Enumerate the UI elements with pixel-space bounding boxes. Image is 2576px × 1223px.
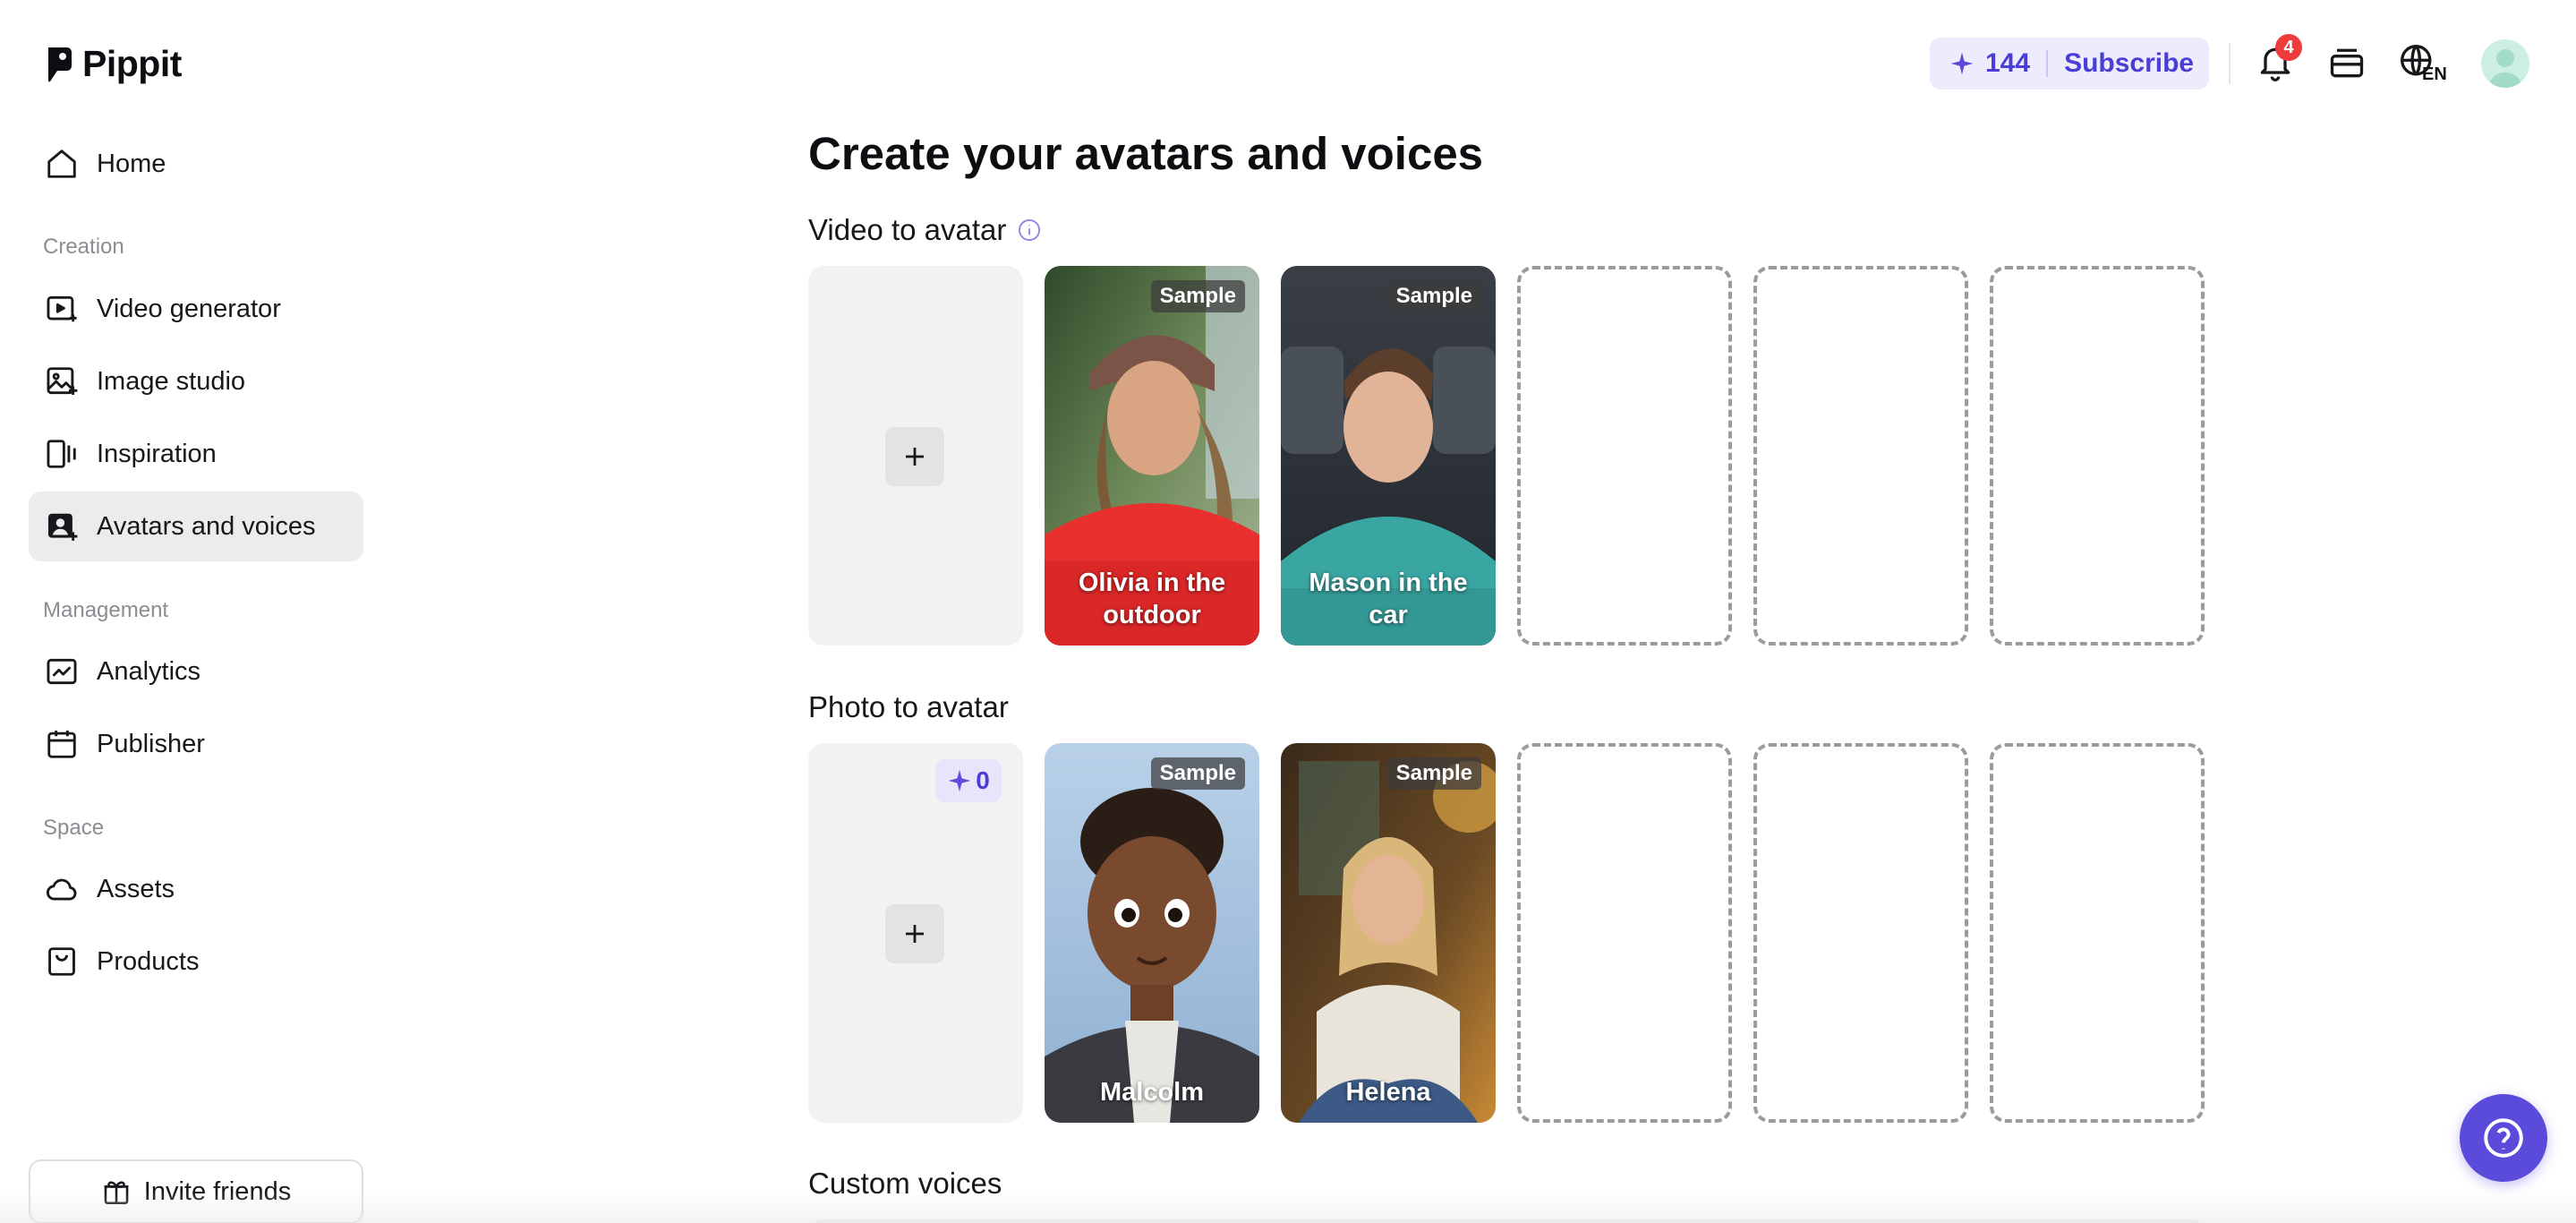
sample-avatar-card-helena[interactable]: Sample Helena xyxy=(1281,743,1496,1123)
home-icon xyxy=(47,150,76,178)
custom-voices-panel xyxy=(808,1219,2206,1223)
help-button[interactable] xyxy=(2460,1094,2547,1182)
sidebar-item-inspiration[interactable]: Inspiration xyxy=(29,419,363,489)
empty-avatar-slot xyxy=(1753,266,1968,646)
avatar-name: Mason in the car xyxy=(1309,568,1468,629)
section-title-video-to-avatar: Video to avatar xyxy=(808,213,1042,247)
sample-avatar-card-malcolm[interactable]: Sample Malcolm xyxy=(1045,743,1259,1123)
invite-friends-button[interactable]: Invite friends xyxy=(29,1159,363,1223)
video-generator-icon xyxy=(47,295,77,322)
sample-badge: Sample xyxy=(1386,280,1481,312)
sparkle-icon xyxy=(1950,52,1974,75)
section-title-label: Custom voices xyxy=(808,1167,1002,1200)
sample-avatar-card-olivia[interactable]: Sample Olivia in the outdoor xyxy=(1045,266,1259,646)
app-name: Pippit xyxy=(82,43,182,84)
sparkle-icon xyxy=(948,769,971,792)
language-button[interactable]: EN xyxy=(2395,39,2447,86)
info-icon[interactable] xyxy=(1017,218,1042,243)
avatar-name: Helena xyxy=(1345,1077,1431,1107)
section-title-custom-voices: Custom voices xyxy=(808,1167,1002,1201)
section-title-label: Photo to avatar xyxy=(808,690,1009,723)
credits-count: 144 xyxy=(1985,48,2031,78)
credit-cost-badge: 0 xyxy=(935,759,1002,802)
section-title-label: Video to avatar xyxy=(808,213,1007,246)
video-avatar-upload-card[interactable] xyxy=(808,266,1023,646)
sidebar-item-analytics[interactable]: Analytics xyxy=(29,637,363,706)
pill-divider xyxy=(2046,50,2049,77)
sidebar-item-label: Avatars and voices xyxy=(97,511,316,541)
subscribe-button[interactable]: Subscribe xyxy=(2064,48,2194,79)
sidebar-item-label: Publisher xyxy=(97,729,205,758)
section-title-photo-to-avatar: Photo to avatar xyxy=(808,690,1009,724)
header-divider xyxy=(2229,43,2231,84)
plus-icon xyxy=(906,925,924,943)
add-video-avatar-button[interactable] xyxy=(885,427,944,486)
sidebar-item-label: Products xyxy=(97,946,200,976)
empty-avatar-slot xyxy=(1753,743,1968,1123)
user-avatar[interactable] xyxy=(2481,39,2529,88)
notification-count-badge: 4 xyxy=(2275,34,2302,61)
pippit-logo-icon xyxy=(48,47,72,81)
avatar-icon xyxy=(47,513,78,541)
section-label-creation: Creation xyxy=(43,235,124,259)
section-label-space: Space xyxy=(43,816,105,840)
section-label-management: Management xyxy=(43,598,169,622)
inspiration-icon xyxy=(47,440,76,468)
sidebar-item-publisher[interactable]: Publisher xyxy=(29,709,363,779)
empty-avatar-slot xyxy=(1990,743,2205,1123)
sidebar-item-label: Inspiration xyxy=(97,439,217,468)
card-stack-icon xyxy=(2330,48,2364,78)
image-studio-icon xyxy=(47,367,78,396)
notifications-button[interactable]: 4 xyxy=(2252,34,2302,86)
sidebar-item-home[interactable]: Home xyxy=(29,129,363,199)
analytics-icon xyxy=(47,658,77,685)
add-photo-avatar-button[interactable] xyxy=(885,904,944,963)
sidebar-item-label: Home xyxy=(97,149,166,178)
page-title: Create your avatars and voices xyxy=(808,128,1484,179)
sample-badge: Sample xyxy=(1150,757,1245,790)
sample-badge: Sample xyxy=(1150,280,1245,312)
sample-avatar-card-mason[interactable]: Sample Mason in the car xyxy=(1281,266,1496,646)
credit-cost-value: 0 xyxy=(976,766,990,794)
user-avatar-icon xyxy=(2488,49,2522,88)
sidebar: Pippit Home Creation Video generator Ima… xyxy=(0,0,394,1223)
helena-photo-image xyxy=(1281,743,1496,1123)
photo-avatar-upload-card[interactable]: 0 xyxy=(808,743,1023,1123)
sidebar-item-video-generator[interactable]: Video generator xyxy=(29,274,363,344)
sidebar-item-label: Video generator xyxy=(97,294,281,323)
sidebar-item-label: Image studio xyxy=(97,366,246,396)
help-question-icon xyxy=(2484,1118,2523,1158)
credits-subscribe-pill[interactable]: 144 Subscribe xyxy=(1930,38,2209,90)
app-logo[interactable]: Pippit xyxy=(45,43,182,85)
shopping-bag-icon xyxy=(48,947,75,976)
sidebar-item-products[interactable]: Products xyxy=(29,927,363,996)
sidebar-item-assets[interactable]: Assets xyxy=(29,854,363,924)
sidebar-item-image-studio[interactable]: Image studio xyxy=(29,346,363,416)
invite-friends-label: Invite friends xyxy=(143,1176,292,1206)
cloud-icon xyxy=(46,878,77,901)
sidebar-item-label: Assets xyxy=(97,874,175,903)
plus-icon xyxy=(906,448,924,466)
sidebar-item-avatars-and-voices[interactable]: Avatars and voices xyxy=(29,492,363,561)
empty-avatar-slot xyxy=(1517,266,1732,646)
empty-avatar-slot xyxy=(1990,266,2205,646)
malcolm-cartoon-image xyxy=(1045,743,1259,1123)
gift-icon xyxy=(104,1181,129,1205)
empty-avatar-slot xyxy=(1517,743,1732,1123)
sample-badge: Sample xyxy=(1386,757,1481,790)
avatar-name: Olivia in the outdoor xyxy=(1078,568,1226,629)
calendar-icon xyxy=(47,730,76,758)
language-code: EN xyxy=(2422,64,2447,84)
sidebar-item-label: Analytics xyxy=(97,656,201,686)
subscription-button[interactable] xyxy=(2324,39,2370,86)
avatar-name: Malcolm xyxy=(1099,1077,1205,1107)
